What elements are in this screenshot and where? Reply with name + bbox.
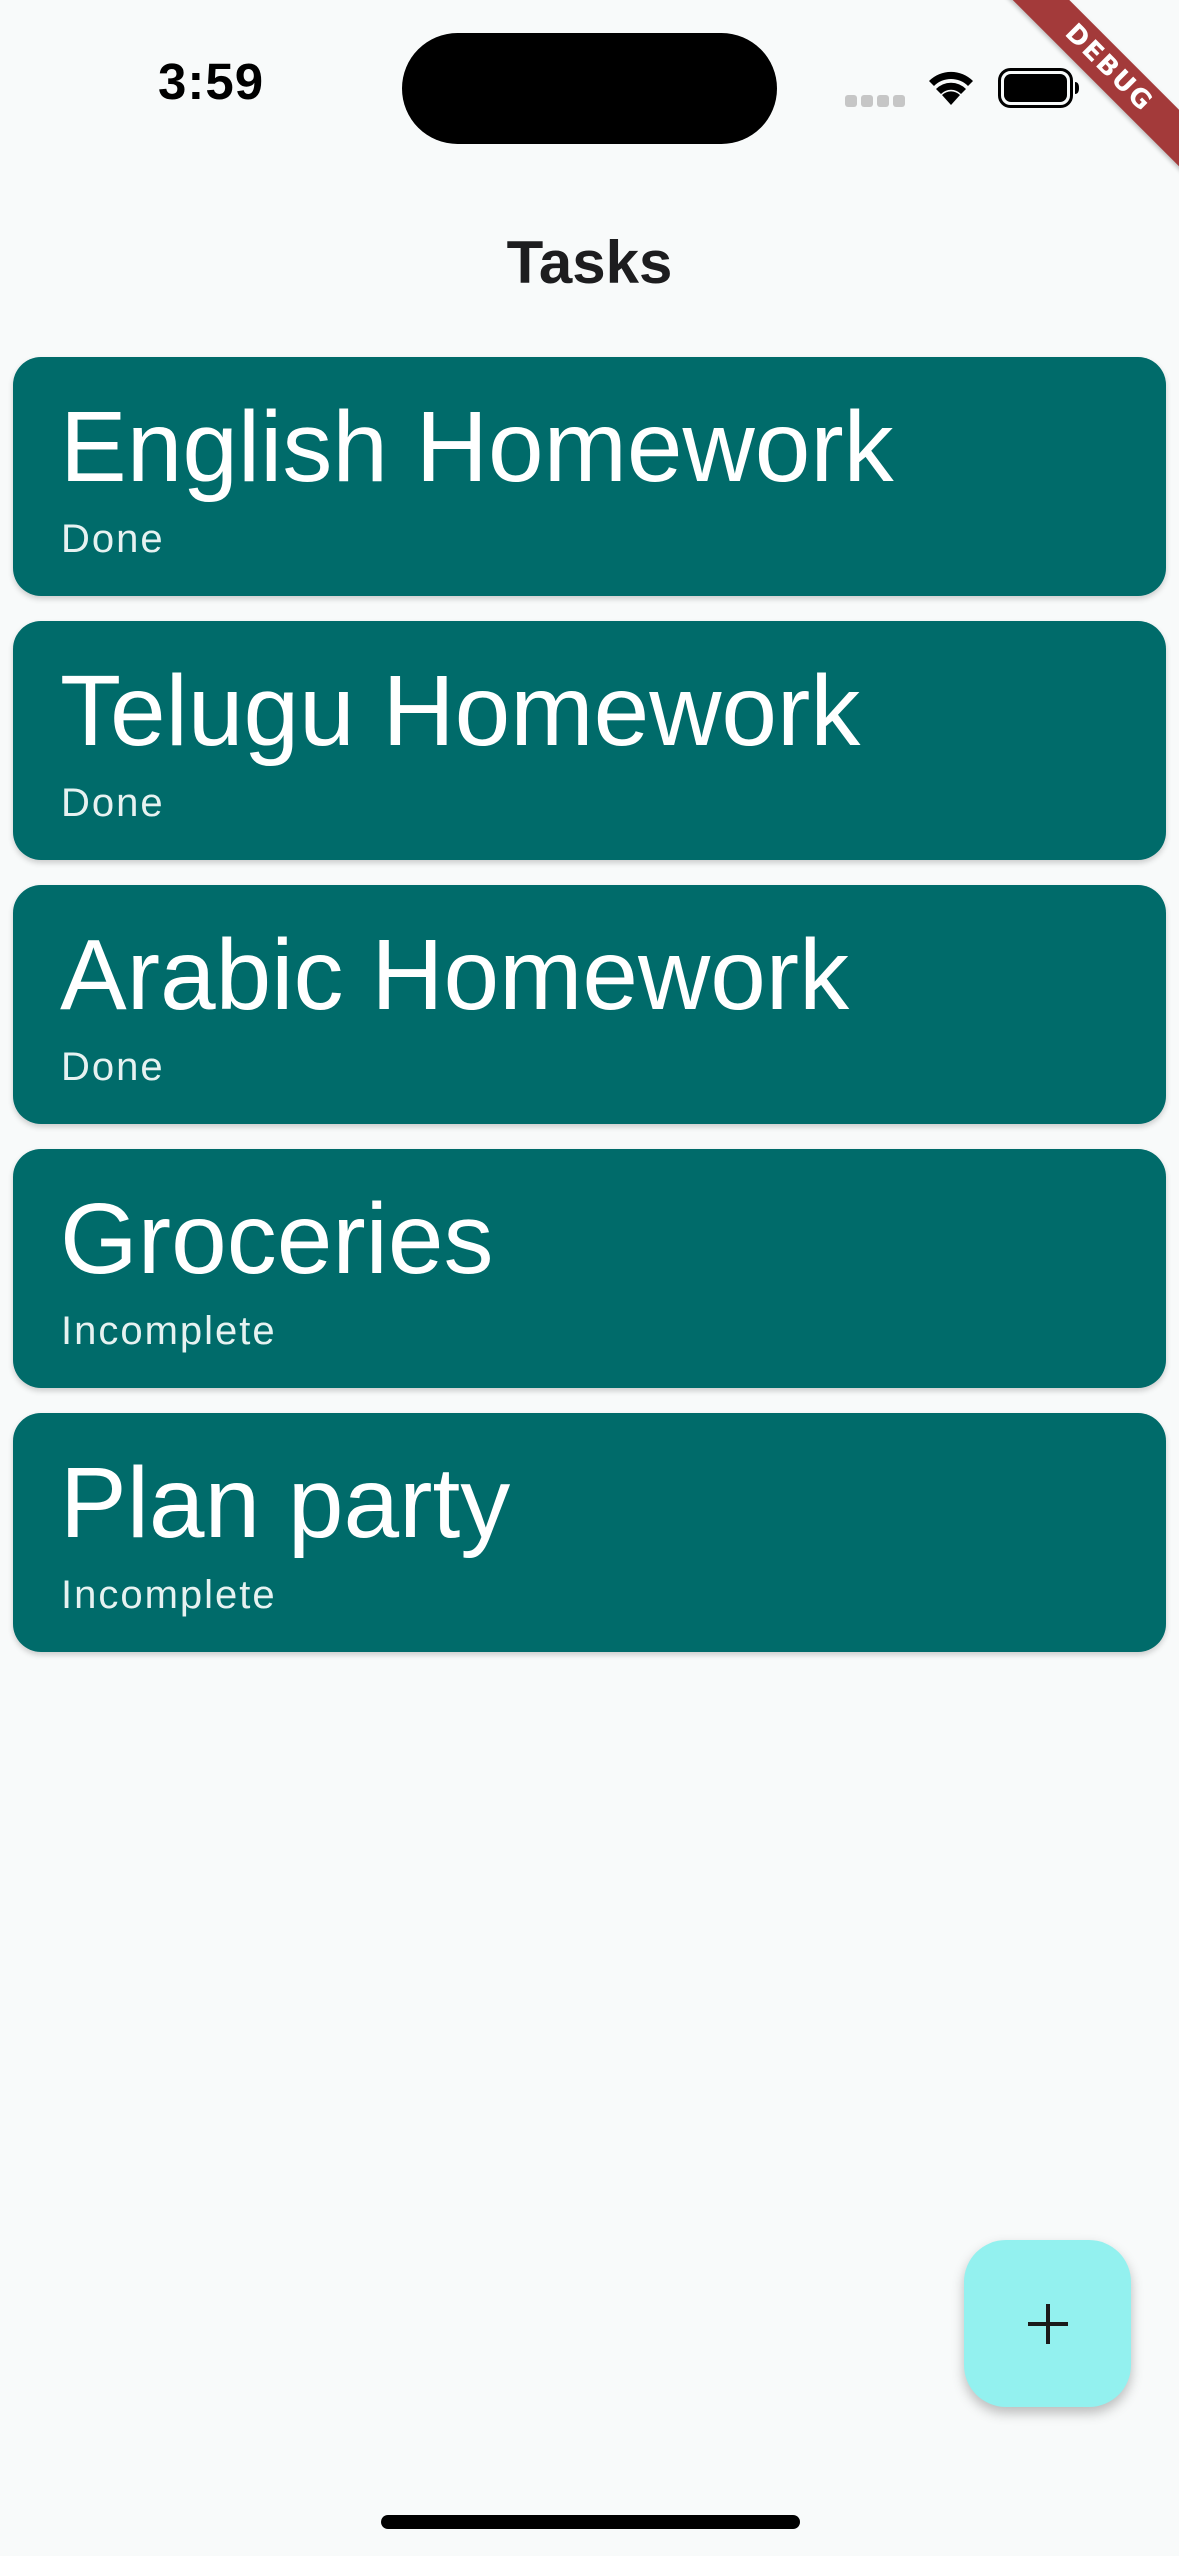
task-title: Arabic Homework: [60, 919, 850, 1031]
task-card[interactable]: English Homework Done: [13, 357, 1166, 596]
task-card[interactable]: Arabic Homework Done: [13, 885, 1166, 1124]
status-time: 3:59: [158, 53, 265, 110]
plus-icon: [1027, 2303, 1068, 2344]
task-status: Done: [61, 1045, 165, 1089]
wifi-icon: [929, 71, 973, 105]
cellular-signal-icon: [845, 95, 905, 107]
add-task-button[interactable]: [964, 2240, 1131, 2407]
battery-icon: [998, 68, 1079, 108]
dynamic-island: [402, 33, 777, 144]
task-status: Incomplete: [61, 1309, 277, 1353]
task-status: Done: [61, 517, 165, 561]
task-status: Incomplete: [61, 1573, 277, 1617]
page-title: Tasks: [506, 229, 673, 296]
task-list: English Homework Done Telugu Homework Do…: [13, 357, 1166, 1677]
task-card[interactable]: Groceries Incomplete: [13, 1149, 1166, 1388]
status-bar: 3:59: [0, 0, 1179, 175]
task-title: Telugu Homework: [60, 655, 861, 767]
task-card[interactable]: Telugu Homework Done: [13, 621, 1166, 860]
home-indicator[interactable]: [381, 2515, 800, 2529]
task-title: Plan party: [60, 1447, 511, 1559]
task-card[interactable]: Plan party Incomplete: [13, 1413, 1166, 1652]
task-title: Groceries: [60, 1183, 494, 1295]
task-title: English Homework: [60, 391, 894, 503]
task-status: Done: [61, 781, 165, 825]
